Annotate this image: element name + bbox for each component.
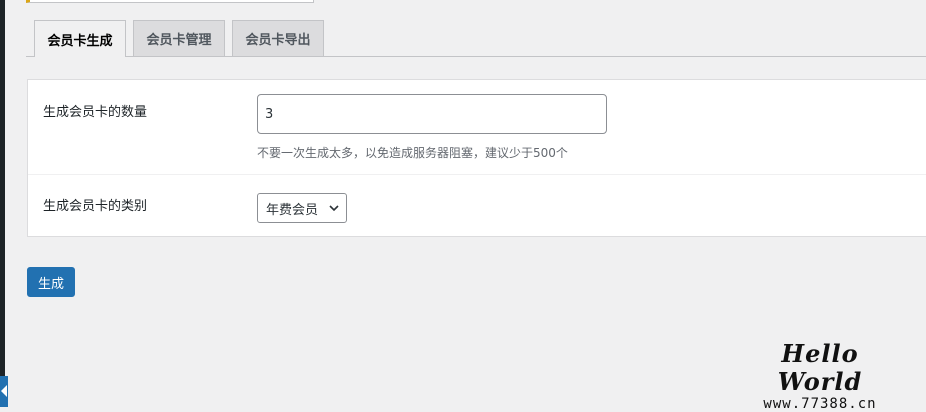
row-divider xyxy=(28,174,926,175)
quantity-label: 生成会员卡的数量 xyxy=(43,105,148,120)
card-type-label: 生成会员卡的类别 xyxy=(43,199,148,214)
admin-notice xyxy=(26,0,314,3)
collapse-menu-icon[interactable] xyxy=(0,376,8,407)
watermark-url: www.77388.cn xyxy=(763,396,877,412)
quantity-hint: 不要一次生成太多，以免造成服务器阻塞，建议少于500个 xyxy=(257,146,568,160)
watermark: Hello World www.77388.cn xyxy=(744,340,896,412)
nav-tab-wrapper: 会员卡生成 会员卡管理 会员卡导出 xyxy=(26,20,926,57)
tab-card-generate[interactable]: 会员卡生成 xyxy=(34,20,126,57)
card-type-select[interactable]: 年费会员 xyxy=(257,193,347,223)
watermark-title: Hello World xyxy=(777,339,863,396)
admin-sidebar-edge xyxy=(0,0,5,407)
card-type-selected: 年费会员 xyxy=(266,202,319,218)
tab-card-manage[interactable]: 会员卡管理 xyxy=(133,20,225,56)
quantity-input[interactable] xyxy=(257,94,607,134)
form-table: 生成会员卡的数量 不要一次生成太多，以免造成服务器阻塞，建议少于500个 生成会… xyxy=(27,79,926,237)
chevron-down-icon xyxy=(329,205,339,212)
generate-button[interactable]: 生成 xyxy=(27,267,75,297)
tab-card-export[interactable]: 会员卡导出 xyxy=(232,20,324,56)
